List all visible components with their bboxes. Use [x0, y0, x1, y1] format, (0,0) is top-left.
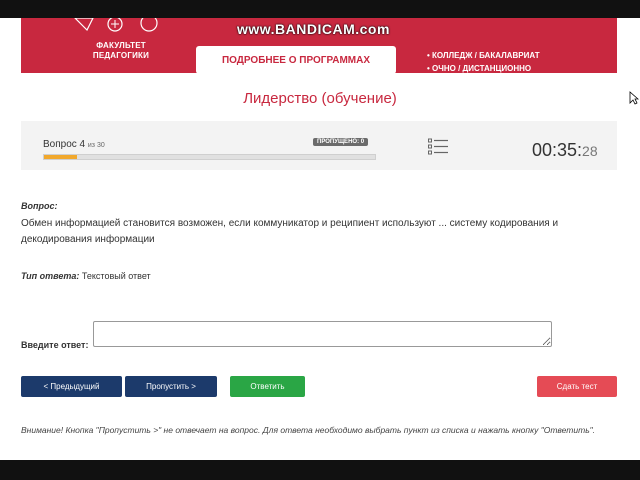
programs-button[interactable]: ПОДРОБНЕЕ О ПРОГРАММАХ: [196, 46, 396, 74]
warning-note: Внимание! Кнопка "Пропустить >" не отвеч…: [21, 425, 596, 435]
answer-type: Тип ответа: Текстовый ответ: [21, 271, 151, 281]
progress-panel: Вопрос 4 из 30 ПРОПУЩЕНО: 0 00:35:28: [21, 121, 617, 170]
progress-track: [43, 154, 376, 160]
banner-features: • КОЛЛЕДЖ / БАКАЛАВРИАТ • ОЧНО / ДИСТАНЦ…: [427, 49, 540, 75]
bottom-black-bar: [0, 460, 640, 480]
page-title: Лидерство (обучение): [243, 90, 397, 107]
answer-label: Введите ответ:: [21, 340, 89, 350]
feature-college: • КОЛЛЕДЖ / БАКАЛАВРИАТ: [427, 51, 540, 60]
top-black-bar: [0, 0, 640, 18]
faculty-line-2: ПЕДАГОГИКИ: [92, 51, 150, 60]
timer: 00:35:28: [532, 140, 598, 161]
faculty-logo-icon: [74, 18, 158, 32]
feature-mode: • ОЧНО / ДИСТАНЦИОННО: [427, 64, 532, 73]
question-text: Обмен информацией становится возможен, е…: [21, 218, 559, 245]
answer-type-value: Текстовый ответ: [81, 271, 151, 281]
question-label: Вопрос:: [21, 201, 58, 211]
answer-input[interactable]: [93, 321, 552, 347]
answer-button[interactable]: Ответить: [230, 376, 305, 397]
timer-main: 00:35:: [532, 140, 583, 160]
timer-seconds: 28: [582, 143, 598, 159]
skip-button[interactable]: Пропустить >: [125, 376, 217, 397]
progress-fill: [44, 155, 78, 159]
previous-button[interactable]: < Предыдущий: [21, 376, 122, 397]
question-number: Вопрос 4: [43, 139, 86, 150]
faculty-line-1: ФАКУЛЬТЕТ: [96, 41, 146, 50]
recorder-watermark: www.BANDICAM.com: [237, 21, 390, 37]
question-total: из 30: [87, 142, 105, 149]
list-icon[interactable]: [428, 138, 448, 155]
answer-type-label: Тип ответа:: [21, 271, 80, 281]
question-counter: Вопрос 4 из 30: [43, 139, 105, 150]
skipped-badge: ПРОПУЩЕНО: 0: [313, 138, 369, 146]
faculty-name: ФАКУЛЬТЕТ ПЕДАГОГИКИ: [81, 41, 161, 61]
submit-test-button[interactable]: Сдать тест: [537, 376, 617, 397]
